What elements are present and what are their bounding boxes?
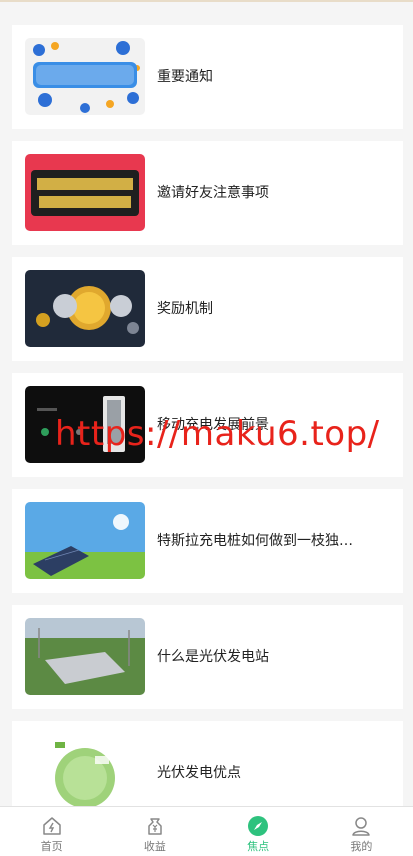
article-card-pv-station[interactable]: 什么是光伏发电站: [12, 605, 403, 709]
green-energy-thumbnail: [25, 734, 145, 811]
tab-home-label: 首页: [40, 840, 63, 853]
tab-focus[interactable]: 焦点: [207, 807, 310, 856]
article-title: 奖励机制: [157, 301, 213, 317]
charging-station-thumbnail: [25, 386, 145, 463]
bottom-tab-bar: 首页 收益 焦点 我的: [0, 806, 413, 856]
tab-profile-label: 我的: [350, 840, 373, 853]
article-title: 重要通知: [157, 69, 213, 85]
invite-friends-thumbnail: [25, 154, 145, 231]
tab-earnings[interactable]: 收益: [103, 807, 206, 856]
article-title: 移动充电发展前景: [157, 417, 269, 433]
user-icon: [352, 817, 371, 836]
crypto-coins-thumbnail: [25, 270, 145, 347]
article-card-tesla-charger[interactable]: 特斯拉充电桩如何做到一枝独…: [12, 489, 403, 593]
tab-focus-label: 焦点: [247, 840, 270, 853]
home-icon: [42, 817, 61, 835]
important-notice-thumbnail: [25, 38, 145, 115]
article-title: 光伏发电优点: [157, 765, 241, 781]
power-station-thumbnail: [25, 618, 145, 695]
article-card-important-notice[interactable]: 重要通知: [12, 25, 403, 129]
money-bag-icon: [148, 818, 162, 835]
tab-earnings-label: 收益: [143, 840, 166, 853]
article-card-reward-mechanism[interactable]: 奖励机制: [12, 257, 403, 361]
article-card-mobile-charging[interactable]: 移动充电发展前景: [12, 373, 403, 477]
article-card-invite-friends[interactable]: 邀请好友注意事项: [12, 141, 403, 245]
article-title: 特斯拉充电桩如何做到一枝独…: [157, 533, 353, 549]
article-title: 什么是光伏发电站: [157, 649, 269, 665]
article-list: 重要通知 邀请好友注意事项 奖励机制 移动充电发展前景 特斯拉充电桩如何做到一枝…: [12, 25, 403, 837]
tab-home[interactable]: 首页: [0, 807, 103, 856]
solar-panel-thumbnail: [25, 502, 145, 579]
top-divider: [0, 0, 413, 2]
compass-icon: [248, 816, 269, 836]
article-title: 邀请好友注意事项: [157, 185, 269, 201]
tab-profile[interactable]: 我的: [310, 807, 413, 856]
